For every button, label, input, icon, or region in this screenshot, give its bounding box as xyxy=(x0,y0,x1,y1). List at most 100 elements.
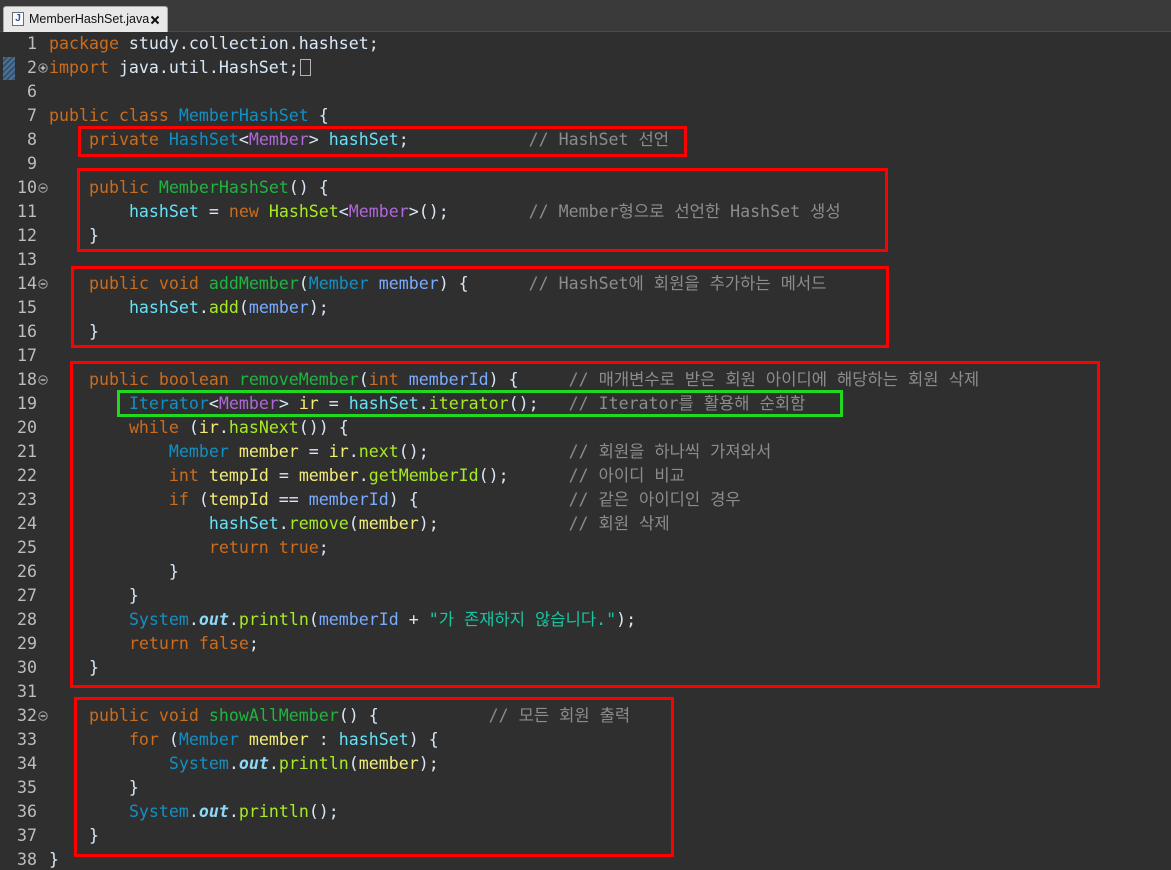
code-token: println xyxy=(238,610,309,629)
code-text[interactable]: public class MemberHashSet { xyxy=(49,104,329,128)
code-text[interactable]: } xyxy=(49,656,99,680)
code-line[interactable]: 12 } xyxy=(0,224,1171,248)
code-line[interactable]: 38} xyxy=(0,848,1171,870)
code-text[interactable]: private HashSet<Member> hashSet; // Hash… xyxy=(49,128,669,152)
code-token: ) { xyxy=(438,274,469,293)
code-token: iterator xyxy=(428,394,509,413)
fold-expand-icon[interactable] xyxy=(37,56,49,80)
code-line[interactable]: 2 import java.util.HashSet; xyxy=(0,56,1171,80)
code-line[interactable]: 1 package study.collection.hashset; xyxy=(0,32,1171,56)
code-text[interactable]: hashSet.add(member); xyxy=(49,296,329,320)
code-text[interactable]: Iterator<Member> ir = hashSet.iterator()… xyxy=(49,392,805,416)
code-line[interactable]: 24 hashSet.remove(member); // 회원 삭제 xyxy=(0,512,1171,536)
code-token: hashSet xyxy=(128,202,199,221)
close-icon[interactable] xyxy=(150,15,160,25)
code-text[interactable]: hashSet.remove(member); // 회원 삭제 xyxy=(49,512,670,536)
code-line[interactable]: 25 return true; xyxy=(0,536,1171,560)
code-text[interactable]: import java.util.HashSet; xyxy=(49,56,311,80)
code-token: ( xyxy=(308,610,319,629)
code-text[interactable]: } xyxy=(49,320,99,344)
code-token: . xyxy=(228,754,239,773)
code-line[interactable]: 18 public boolean removeMember(int membe… xyxy=(0,368,1171,392)
code-line[interactable]: 19 Iterator<Member> ir = hashSet.iterato… xyxy=(0,392,1171,416)
code-line[interactable]: 22 int tempId = member.getMemberId(); //… xyxy=(0,464,1171,488)
code-token: hasNext xyxy=(228,418,299,437)
code-line[interactable]: 35 } xyxy=(0,776,1171,800)
code-token: ); xyxy=(418,514,439,533)
code-line[interactable]: 20 while (ir.hasNext()) { xyxy=(0,416,1171,440)
fold-collapse-icon[interactable] xyxy=(37,272,49,296)
code-line[interactable]: 11 hashSet = new HashSet<Member>(); // M… xyxy=(0,200,1171,224)
code-line[interactable]: 33 for (Member member : hashSet) { xyxy=(0,728,1171,752)
code-text[interactable]: System.out.println(memberId + "가 존재하지 않습… xyxy=(49,608,636,632)
code-line[interactable]: 6 xyxy=(0,80,1171,104)
fold-collapse-icon[interactable] xyxy=(37,368,49,392)
code-text[interactable]: public boolean removeMember(int memberId… xyxy=(49,368,979,392)
code-line[interactable]: 26 } xyxy=(0,560,1171,584)
code-line[interactable]: 13 xyxy=(0,248,1171,272)
code-line[interactable]: 16 } xyxy=(0,320,1171,344)
code-text[interactable]: package study.collection.hashset; xyxy=(49,32,379,56)
line-number: 38 xyxy=(17,850,37,869)
code-text[interactable]: if (tempId == memberId) { // 같은 아이디인 경우 xyxy=(49,488,741,512)
code-line[interactable]: 36 System.out.println(); xyxy=(0,800,1171,824)
code-token: ( xyxy=(158,730,179,749)
code-token: for xyxy=(128,730,159,749)
code-text[interactable]: } xyxy=(49,848,59,870)
code-text[interactable]: return false; xyxy=(49,632,259,656)
code-text[interactable]: return true; xyxy=(49,536,329,560)
code-text[interactable]: } xyxy=(49,224,99,248)
code-line[interactable]: 37 } xyxy=(0,824,1171,848)
code-editor[interactable]: 1 package study.collection.hashset; 2 impor… xyxy=(0,32,1171,870)
code-text[interactable]: Member member = ir.next(); // 회원을 하나씩 가져… xyxy=(49,440,771,464)
code-line[interactable]: 21 Member member = ir.next(); // 회원을 하나씩… xyxy=(0,440,1171,464)
code-text[interactable]: } xyxy=(49,584,139,608)
code-line[interactable]: 30 } xyxy=(0,656,1171,680)
code-text[interactable]: System.out.println(member); xyxy=(49,752,439,776)
code-text[interactable]: public MemberHashSet() { xyxy=(49,176,329,200)
code-comment: // 같은 아이디인 경우 xyxy=(568,490,741,509)
code-line[interactable]: 14 public void addMember(Member member) … xyxy=(0,272,1171,296)
code-token: member xyxy=(238,442,299,461)
code-line[interactable]: 8 private HashSet<Member> hashSet; // Ha… xyxy=(0,128,1171,152)
code-text[interactable]: public void showAllMember() { // 모든 회원 출… xyxy=(49,704,630,728)
code-token: memberId xyxy=(308,490,389,509)
fold-collapse-icon[interactable] xyxy=(37,704,49,728)
code-line[interactable]: 31 xyxy=(0,680,1171,704)
code-text[interactable]: while (ir.hasNext()) { xyxy=(49,416,349,440)
line-number: 14 xyxy=(17,274,37,293)
code-line[interactable]: 17 xyxy=(0,344,1171,368)
code-text[interactable]: } xyxy=(49,776,139,800)
code-text[interactable]: hashSet = new HashSet<Member>(); // Memb… xyxy=(49,200,841,224)
line-number: 20 xyxy=(17,418,37,437)
code-line[interactable]: 9 xyxy=(0,152,1171,176)
code-text[interactable]: } xyxy=(49,824,99,848)
code-line[interactable]: 27 } xyxy=(0,584,1171,608)
code-token: System xyxy=(128,610,189,629)
code-line[interactable]: 28 System.out.println(memberId + "가 존재하지… xyxy=(0,608,1171,632)
code-text[interactable]: System.out.println(); xyxy=(49,800,339,824)
code-text[interactable]: int tempId = member.getMemberId(); // 아이… xyxy=(49,464,685,488)
code-text[interactable]: for (Member member : hashSet) { xyxy=(49,728,439,752)
code-line[interactable]: 23 if (tempId == memberId) { // 같은 아이디인 … xyxy=(0,488,1171,512)
code-token: () { xyxy=(338,706,379,725)
code-line[interactable]: 34 System.out.println(member); xyxy=(0,752,1171,776)
code-line[interactable]: 29 return false; xyxy=(0,632,1171,656)
code-line[interactable]: 15 hashSet.add(member); xyxy=(0,296,1171,320)
code-comment: // 회원을 하나씩 가져와서 xyxy=(568,442,772,461)
code-line[interactable]: 7 public class MemberHashSet { xyxy=(0,104,1171,128)
fold-collapse-icon[interactable] xyxy=(37,176,49,200)
code-line[interactable]: 32 public void showAllMember() { // 모든 회… xyxy=(0,704,1171,728)
code-token: add xyxy=(208,298,239,317)
code-token: HashSet xyxy=(268,202,339,221)
code-text[interactable]: } xyxy=(49,560,179,584)
folded-code-icon[interactable] xyxy=(299,59,311,76)
code-line[interactable]: 10 public MemberHashSet() { xyxy=(0,176,1171,200)
editor-tab-memberhashset[interactable]: J MemberHashSet.java xyxy=(3,6,168,32)
code-text[interactable]: public void addMember(Member member) { /… xyxy=(49,272,826,296)
